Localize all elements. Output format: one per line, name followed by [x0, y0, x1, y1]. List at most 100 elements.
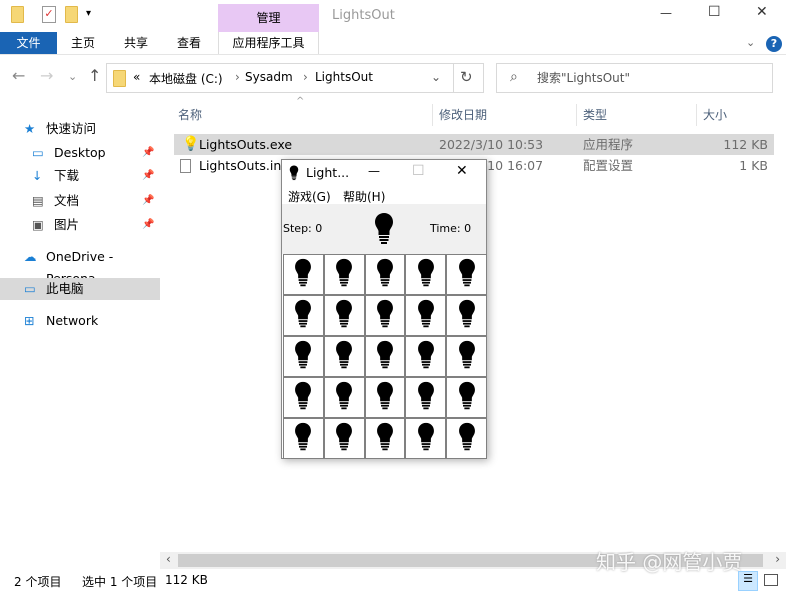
- light-cell[interactable]: [406, 378, 446, 417]
- light-cell[interactable]: [447, 296, 486, 335]
- customize-dropdown-icon[interactable]: ▾: [86, 8, 91, 19]
- file-date: 2022/3/10 10:53: [439, 137, 544, 152]
- properties-icon[interactable]: ✓: [42, 6, 56, 23]
- refresh-icon[interactable]: ↻: [460, 68, 473, 86]
- sidebar-item-label: 此电脑: [46, 281, 84, 296]
- bulb-on-icon: [294, 299, 312, 332]
- cloud-icon: ☁: [24, 249, 37, 264]
- file-type: 配置设置: [583, 158, 634, 173]
- back-button[interactable]: ←: [12, 66, 25, 85]
- light-cell[interactable]: [284, 378, 323, 417]
- light-cell[interactable]: [324, 419, 364, 458]
- dialog-title: Light...: [306, 165, 350, 180]
- address-bar[interactable]: « 本地磁盘 (C:) › Sysadm › LightsOut ⌄ ↻: [106, 63, 484, 93]
- app-bulb-icon: [288, 165, 300, 184]
- light-cell[interactable]: [284, 296, 323, 335]
- sidebar-item[interactable]: ▭ 此电脑: [0, 278, 160, 300]
- sidebar-item[interactable]: ▣ 图片 📌: [0, 214, 160, 236]
- tab-view[interactable]: 查看: [166, 32, 212, 54]
- large-icons-view-button[interactable]: [764, 574, 778, 586]
- settings-file-icon: [180, 159, 191, 173]
- bulb-on-icon: [417, 340, 435, 373]
- light-cell[interactable]: [365, 419, 405, 458]
- tab-application-tools[interactable]: 应用程序工具: [218, 32, 319, 54]
- tab-file[interactable]: 文件: [0, 32, 57, 54]
- bulb-on-icon: [458, 422, 476, 455]
- pin-icon[interactable]: 📌: [142, 214, 154, 236]
- tab-home[interactable]: 主页: [60, 32, 106, 54]
- context-tab-manage[interactable]: 管理: [218, 4, 319, 32]
- sidebar-item[interactable]: ↓ 下载 📌: [0, 165, 160, 187]
- overflow-crumbs[interactable]: «: [133, 70, 140, 84]
- light-cell[interactable]: [406, 255, 446, 294]
- bulb-on-icon: [458, 258, 476, 291]
- column-size[interactable]: 大小: [697, 104, 774, 126]
- dialog-minimize-button[interactable]: —: [368, 164, 380, 178]
- light-cell[interactable]: [324, 378, 364, 417]
- sidebar-item-label: 文档: [54, 193, 80, 208]
- light-cell[interactable]: [284, 255, 323, 294]
- bulb-on-icon: [417, 381, 435, 414]
- light-cell[interactable]: [365, 296, 405, 335]
- sidebar-item[interactable]: ▤ 文档 📌: [0, 190, 160, 212]
- help-icon[interactable]: ?: [766, 36, 782, 52]
- address-dropdown-icon[interactable]: ⌄: [431, 70, 441, 84]
- menu-game[interactable]: 游戏(G): [288, 188, 331, 205]
- light-cell[interactable]: [406, 419, 446, 458]
- details-view-button[interactable]: ☰: [738, 571, 758, 591]
- bulb-on-icon: [376, 381, 394, 414]
- pin-icon[interactable]: 📌: [142, 142, 154, 164]
- sidebar-item[interactable]: ☁OneDrive - Persona: [0, 246, 160, 286]
- light-cell[interactable]: [324, 337, 364, 376]
- forward-button[interactable]: →: [40, 66, 53, 85]
- light-cell[interactable]: [365, 337, 405, 376]
- light-cell[interactable]: [406, 337, 446, 376]
- crumb-sysadm[interactable]: Sysadm: [245, 70, 293, 84]
- scroll-right-icon[interactable]: ›: [775, 552, 780, 566]
- bulb-on-icon: [294, 258, 312, 291]
- pin-icon[interactable]: 📌: [142, 165, 154, 187]
- crumb-lightsout[interactable]: LightsOut: [315, 70, 373, 84]
- reset-bulb-button[interactable]: [374, 212, 394, 249]
- light-cell[interactable]: [447, 337, 486, 376]
- minimize-button[interactable]: —: [660, 6, 672, 20]
- light-cell[interactable]: [324, 255, 364, 294]
- file-row[interactable]: 💡 LightsOuts.exe 2022/3/10 10:53 应用程序 11…: [174, 134, 774, 155]
- tab-share[interactable]: 共享: [113, 32, 159, 54]
- bulb-on-icon: [458, 299, 476, 332]
- menu-help[interactable]: 帮助(H): [343, 188, 385, 205]
- column-type[interactable]: 类型: [577, 104, 697, 126]
- light-cell[interactable]: [324, 296, 364, 335]
- sidebar-item[interactable]: ★ 快速访问: [0, 118, 160, 140]
- crumb-drive[interactable]: 本地磁盘 (C:): [149, 70, 223, 87]
- dialog-close-button[interactable]: ✕: [456, 163, 468, 179]
- bulb-on-icon: [376, 258, 394, 291]
- star-icon: ★: [24, 121, 36, 136]
- up-button[interactable]: ↑: [88, 66, 101, 85]
- light-cell[interactable]: [365, 378, 405, 417]
- light-cell[interactable]: [365, 255, 405, 294]
- light-cell[interactable]: [284, 337, 323, 376]
- light-cell[interactable]: [406, 296, 446, 335]
- bulb-on-icon: [417, 299, 435, 332]
- status-size: 112 KB: [165, 573, 208, 587]
- maximize-button[interactable]: ☐: [708, 4, 721, 20]
- expand-ribbon-icon[interactable]: ⌄: [746, 36, 755, 49]
- light-cell[interactable]: [284, 419, 323, 458]
- recent-locations-icon[interactable]: ⌄: [68, 70, 77, 83]
- light-cell[interactable]: [447, 378, 486, 417]
- file-name: LightsOuts.exe: [199, 137, 293, 152]
- pin-icon[interactable]: 📌: [142, 190, 154, 212]
- column-name[interactable]: 名称: [172, 104, 433, 126]
- light-cell[interactable]: [447, 419, 486, 458]
- sidebar-item[interactable]: ▭ Desktop 📌: [0, 142, 160, 164]
- light-cell[interactable]: [447, 255, 486, 294]
- close-button[interactable]: ✕: [756, 4, 768, 20]
- sidebar-item[interactable]: ⊞ Network: [0, 310, 160, 332]
- scroll-left-icon[interactable]: ‹: [166, 552, 171, 566]
- new-folder-icon[interactable]: [65, 6, 78, 23]
- watermark: 知乎 @网管小贾: [596, 550, 743, 574]
- search-input[interactable]: 搜索"LightsOut": [496, 63, 773, 93]
- column-date[interactable]: 修改日期: [433, 104, 577, 126]
- info-panel: Step: 0 Time: 0: [282, 204, 486, 254]
